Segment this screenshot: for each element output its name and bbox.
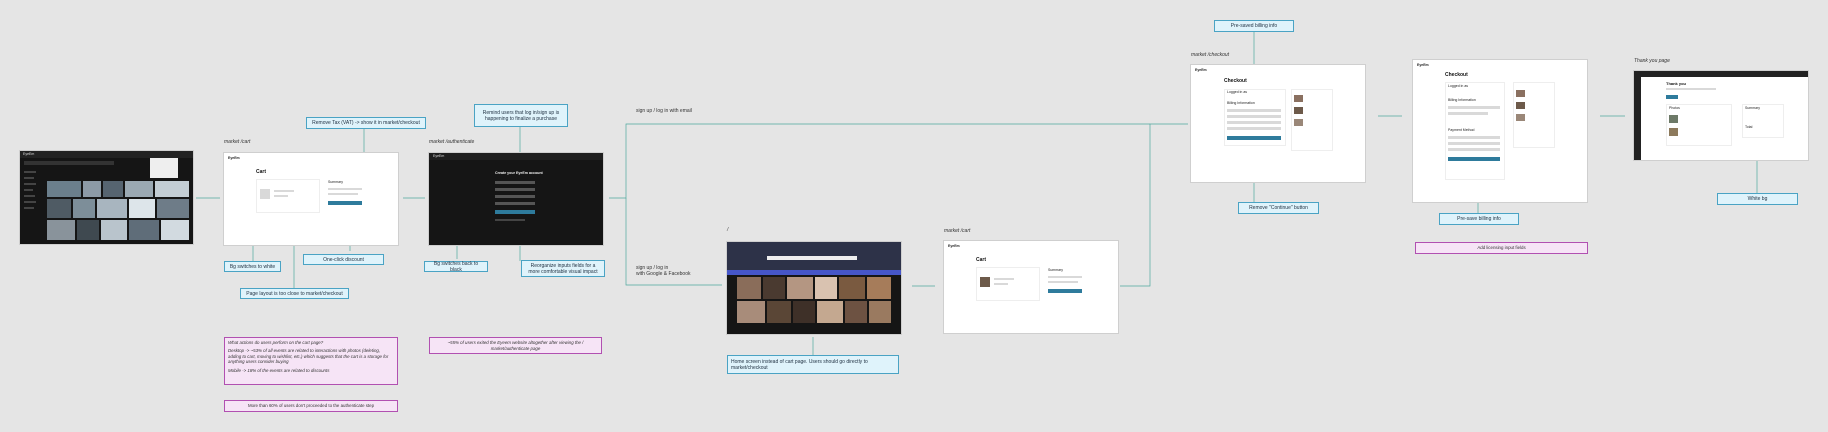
page-label-cart: market /cart [224, 139, 251, 145]
page-label-checkout: market /checkout [1191, 52, 1230, 58]
note-bg-white: Bg switches to white [224, 261, 281, 272]
note-remove-tax: Remove Tax (VAT) -> show it in market/ch… [306, 117, 426, 129]
note-prepaid-billing: Pre-saved billing info [1214, 20, 1294, 32]
flow-label-email: sign up / log in with email [636, 108, 692, 114]
page-label-home: / [727, 227, 729, 233]
finding-mobile: Mobile -> 18% of the events are related … [228, 367, 330, 373]
screenshot-authenticate: EyeEm Create your EyeEm account [429, 153, 603, 245]
screenshot-home [727, 242, 901, 334]
note-home-instead: Home screen instead of cart page. Users … [727, 355, 899, 374]
screenshot-thank-you: Thank you Photos Summary Total [1634, 71, 1808, 160]
note-remove-continue: Remove "Continue" button [1238, 202, 1319, 214]
page-label-authenticate: market /authenticate [429, 139, 475, 145]
note-remind-users: Remind users that log in/sign up is happ… [474, 104, 568, 127]
screenshot-home-dark: EyeEm [20, 151, 193, 244]
connector-auth-to-email [609, 123, 1150, 199]
note-cart-actions: What actions do users perform on the car… [224, 337, 398, 385]
page-label-cart-2: market /cart [944, 228, 971, 234]
note-reorganize: Reorganize inputs fields for a more comf… [521, 260, 605, 277]
note-page-layout: Page layout is too close to market/check… [240, 288, 349, 299]
screenshot-checkout-presaved: EyeEm Checkout Logged in as Billing Info… [1413, 60, 1587, 202]
note-bg-black: Bg switches back to black [424, 261, 488, 273]
screenshot-cart: EyeEm Cart Summary [224, 153, 398, 245]
finding-desktop: Desktop -> ~53% of all events are relate… [228, 348, 389, 365]
note-users-quit: ~55% of users exited the Eyeem website a… [429, 337, 602, 354]
note-white-bg: White bg [1717, 193, 1798, 205]
note-sixty-percent: More than 60% of users don't proceeded t… [224, 400, 398, 412]
screenshot-checkout: EyeEm Checkout Logged in as Billing Info… [1191, 65, 1365, 182]
finding-actions-question: What actions do users perform on the car… [228, 340, 324, 345]
note-presave-billing: Pre-save billing info [1439, 213, 1519, 225]
note-add-licensing: Add licensing input fields [1415, 242, 1588, 254]
note-one-click: One-click discount [303, 254, 384, 265]
screenshot-cart-2: EyeEm Cart Summary [944, 241, 1118, 333]
connector-cart2-to-checkout [1120, 123, 1188, 287]
flow-label-social: sign up / log in with Google & Facebook [636, 265, 691, 277]
page-label-thank-you: Thank you page [1634, 58, 1670, 64]
